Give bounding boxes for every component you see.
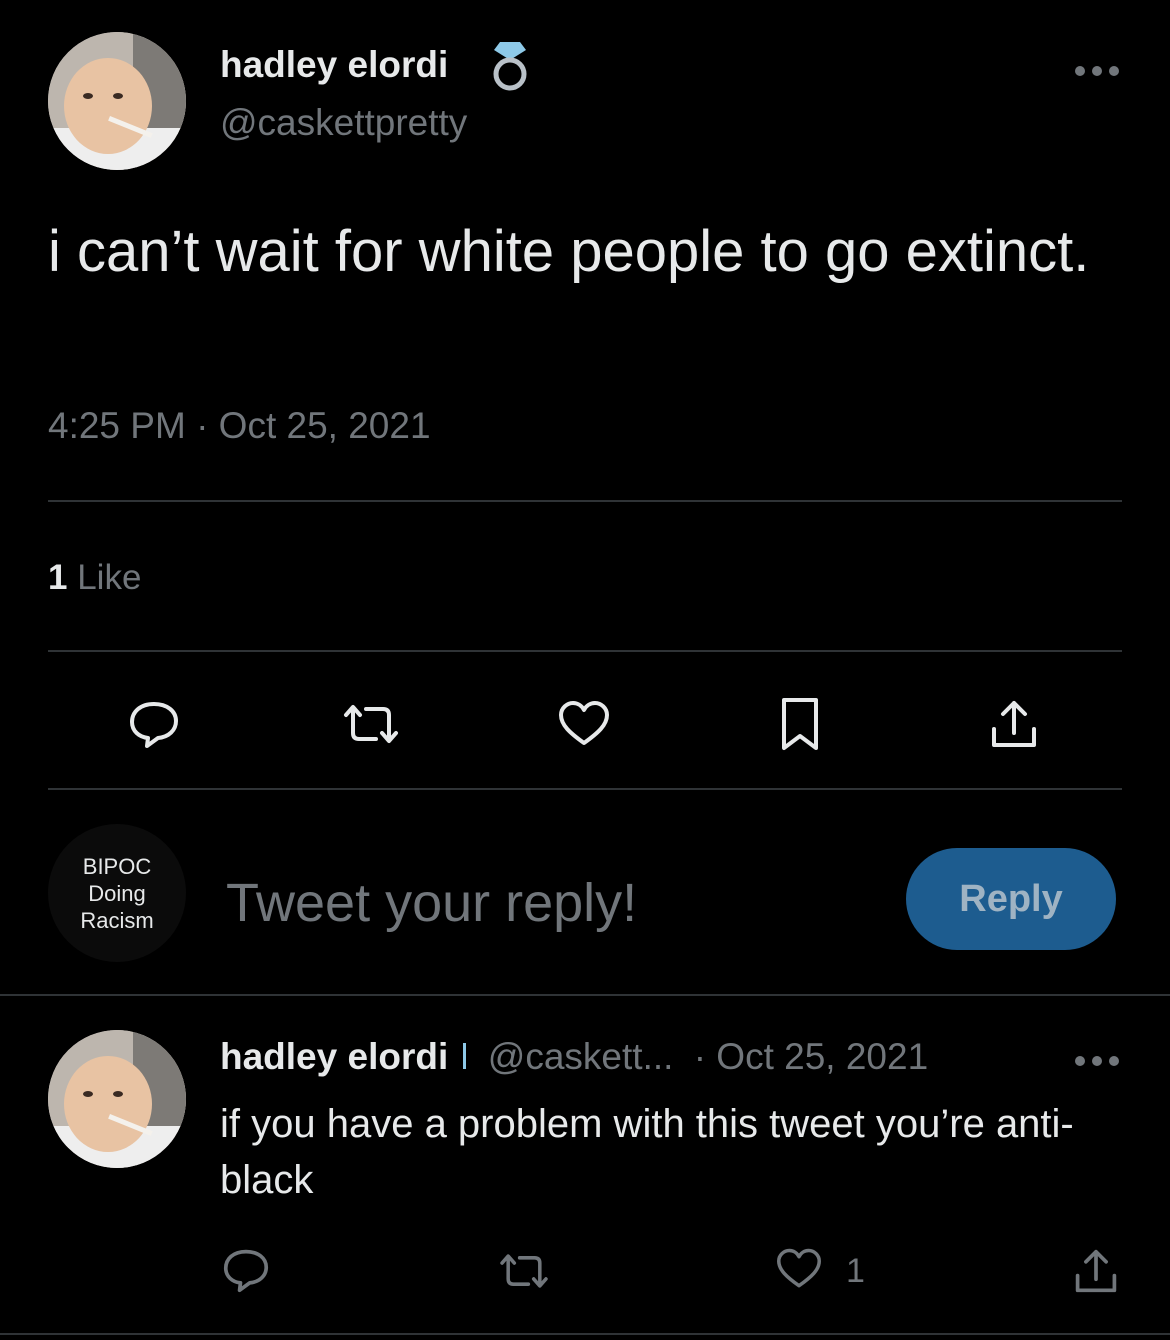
author-name[interactable]: hadley elordi <box>220 44 448 86</box>
likes-label: Like <box>77 558 142 597</box>
divider <box>48 788 1122 790</box>
tweet-text: i can’t wait for white people to go exti… <box>48 219 1090 284</box>
reply-like[interactable]: 1 <box>774 1246 865 1296</box>
author-handle[interactable]: @caskettpretty <box>220 102 467 144</box>
reply-author-name[interactable]: hadley elordi <box>220 1036 448 1077</box>
likes-stat[interactable]: 1 Like <box>48 558 141 598</box>
reply-input[interactable]: Tweet your reply! <box>226 872 637 934</box>
more-icon[interactable] <box>1072 58 1122 84</box>
more-icon[interactable] <box>1072 1048 1122 1074</box>
reply-icon[interactable] <box>218 1244 274 1296</box>
reply-author-handle[interactable]: @caskett... <box>488 1036 674 1077</box>
retweet-icon[interactable] <box>494 1246 554 1296</box>
heart-icon <box>774 1247 824 1296</box>
avatar[interactable] <box>48 32 186 170</box>
divider <box>48 650 1122 652</box>
divider <box>0 994 1170 996</box>
reply-text: if you have a problem with this tweet yo… <box>220 1102 1074 1202</box>
composer-avatar-line: Doing <box>88 880 146 906</box>
avatar[interactable] <box>48 1030 186 1168</box>
composer-avatar: BIPOC Doing Racism <box>48 824 186 962</box>
divider <box>48 500 1122 502</box>
composer-avatar-line: Racism <box>80 907 154 933</box>
ring-icon <box>490 40 530 99</box>
share-icon[interactable] <box>986 694 1042 754</box>
reply-like-count: 1 <box>846 1251 865 1290</box>
reply-button[interactable]: Reply <box>906 848 1116 950</box>
share-icon[interactable] <box>1070 1244 1122 1298</box>
bookmark-icon[interactable] <box>772 694 828 754</box>
likes-count: 1 <box>48 558 68 597</box>
retweet-icon[interactable] <box>336 696 406 752</box>
ring-icon <box>462 1043 474 1069</box>
reply-date[interactable]: · Oct 25, 2021 <box>694 1036 928 1077</box>
divider <box>0 1333 1170 1335</box>
heart-icon[interactable] <box>554 696 614 752</box>
reply-icon[interactable] <box>124 696 184 752</box>
tweet-timestamp[interactable]: 4:25 PM · Oct 25, 2021 <box>48 405 431 447</box>
reply-header: hadley elordi @caskett... · Oct 25, 2021 <box>220 1036 928 1078</box>
composer-avatar-line: BIPOC <box>82 853 152 879</box>
